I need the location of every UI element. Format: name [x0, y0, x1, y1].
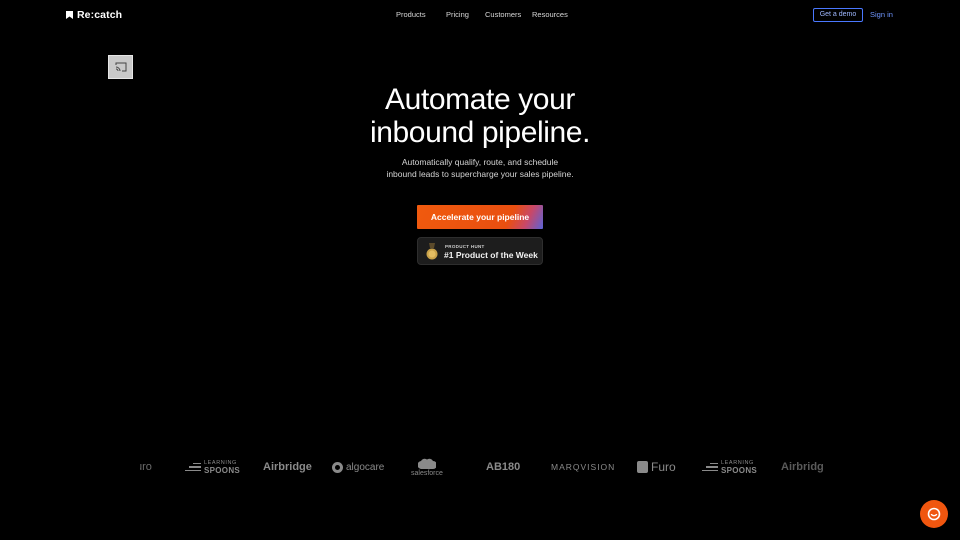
salesforce-logo: salesforce: [411, 452, 443, 482]
airbridge-logo-partial: Airbridg: [781, 461, 824, 473]
nav-products[interactable]: Products: [396, 10, 426, 20]
chat-launcher-button[interactable]: [920, 500, 948, 528]
chat-icon: [927, 507, 941, 521]
landing-page: Re:catch Products Pricing Customers Reso…: [0, 0, 960, 540]
hero-subtitle: Automatically qualify, route, and schedu…: [330, 156, 630, 180]
furo-logo-partial: uro: [140, 461, 152, 473]
product-hunt-badge[interactable]: PRODUCT HUNT #1 Product of the Week: [417, 237, 543, 265]
learning-spoons-logo-repeat: LEARNING SPOONS: [702, 452, 757, 482]
airbridge-logo: Airbridge: [263, 461, 312, 473]
salesforce-cloud-icon: [417, 458, 436, 469]
accelerate-pipeline-button[interactable]: Accelerate your pipeline: [417, 205, 543, 229]
cast-icon: [115, 62, 126, 72]
product-of-week-label: #1 Product of the Week: [444, 250, 538, 260]
furo-logo: Furo: [637, 452, 676, 482]
learning-spoons-icon: [185, 462, 201, 472]
nav-pricing[interactable]: Pricing: [446, 10, 469, 20]
sign-in-link[interactable]: Sign in: [870, 10, 893, 20]
nav-resources[interactable]: Resources: [532, 10, 568, 20]
marqvision-logo: MARQVISION: [551, 462, 616, 472]
hero-title-line-1: Automate your: [385, 83, 575, 116]
hero-title: Automate your inbound pipeline.: [280, 83, 680, 149]
nav-customers[interactable]: Customers: [485, 10, 521, 20]
product-hunt-label: PRODUCT HUNT: [445, 244, 485, 249]
learning-spoons-logo: LEARNING SPOONS: [185, 452, 240, 482]
hero-title-line-2: inbound pipeline.: [369, 116, 591, 149]
medal-icon: [426, 243, 438, 260]
algocare-logo: algocare: [332, 452, 384, 482]
hero-subtitle-line-1: Automatically qualify, route, and schedu…: [401, 157, 559, 167]
learning-spoons-icon: [702, 462, 718, 472]
hero-subtitle-line-2: inbound leads to supercharge your sales …: [386, 169, 574, 179]
customer-logo-strip: uro LEARNING SPOONS Airbridge algocare s…: [140, 452, 824, 482]
furo-icon: [637, 461, 648, 473]
algocare-icon: [332, 461, 343, 473]
get-demo-button[interactable]: Get a demo: [813, 8, 863, 22]
cast-button[interactable]: [108, 55, 133, 79]
ab180-logo: AB180: [486, 461, 521, 473]
